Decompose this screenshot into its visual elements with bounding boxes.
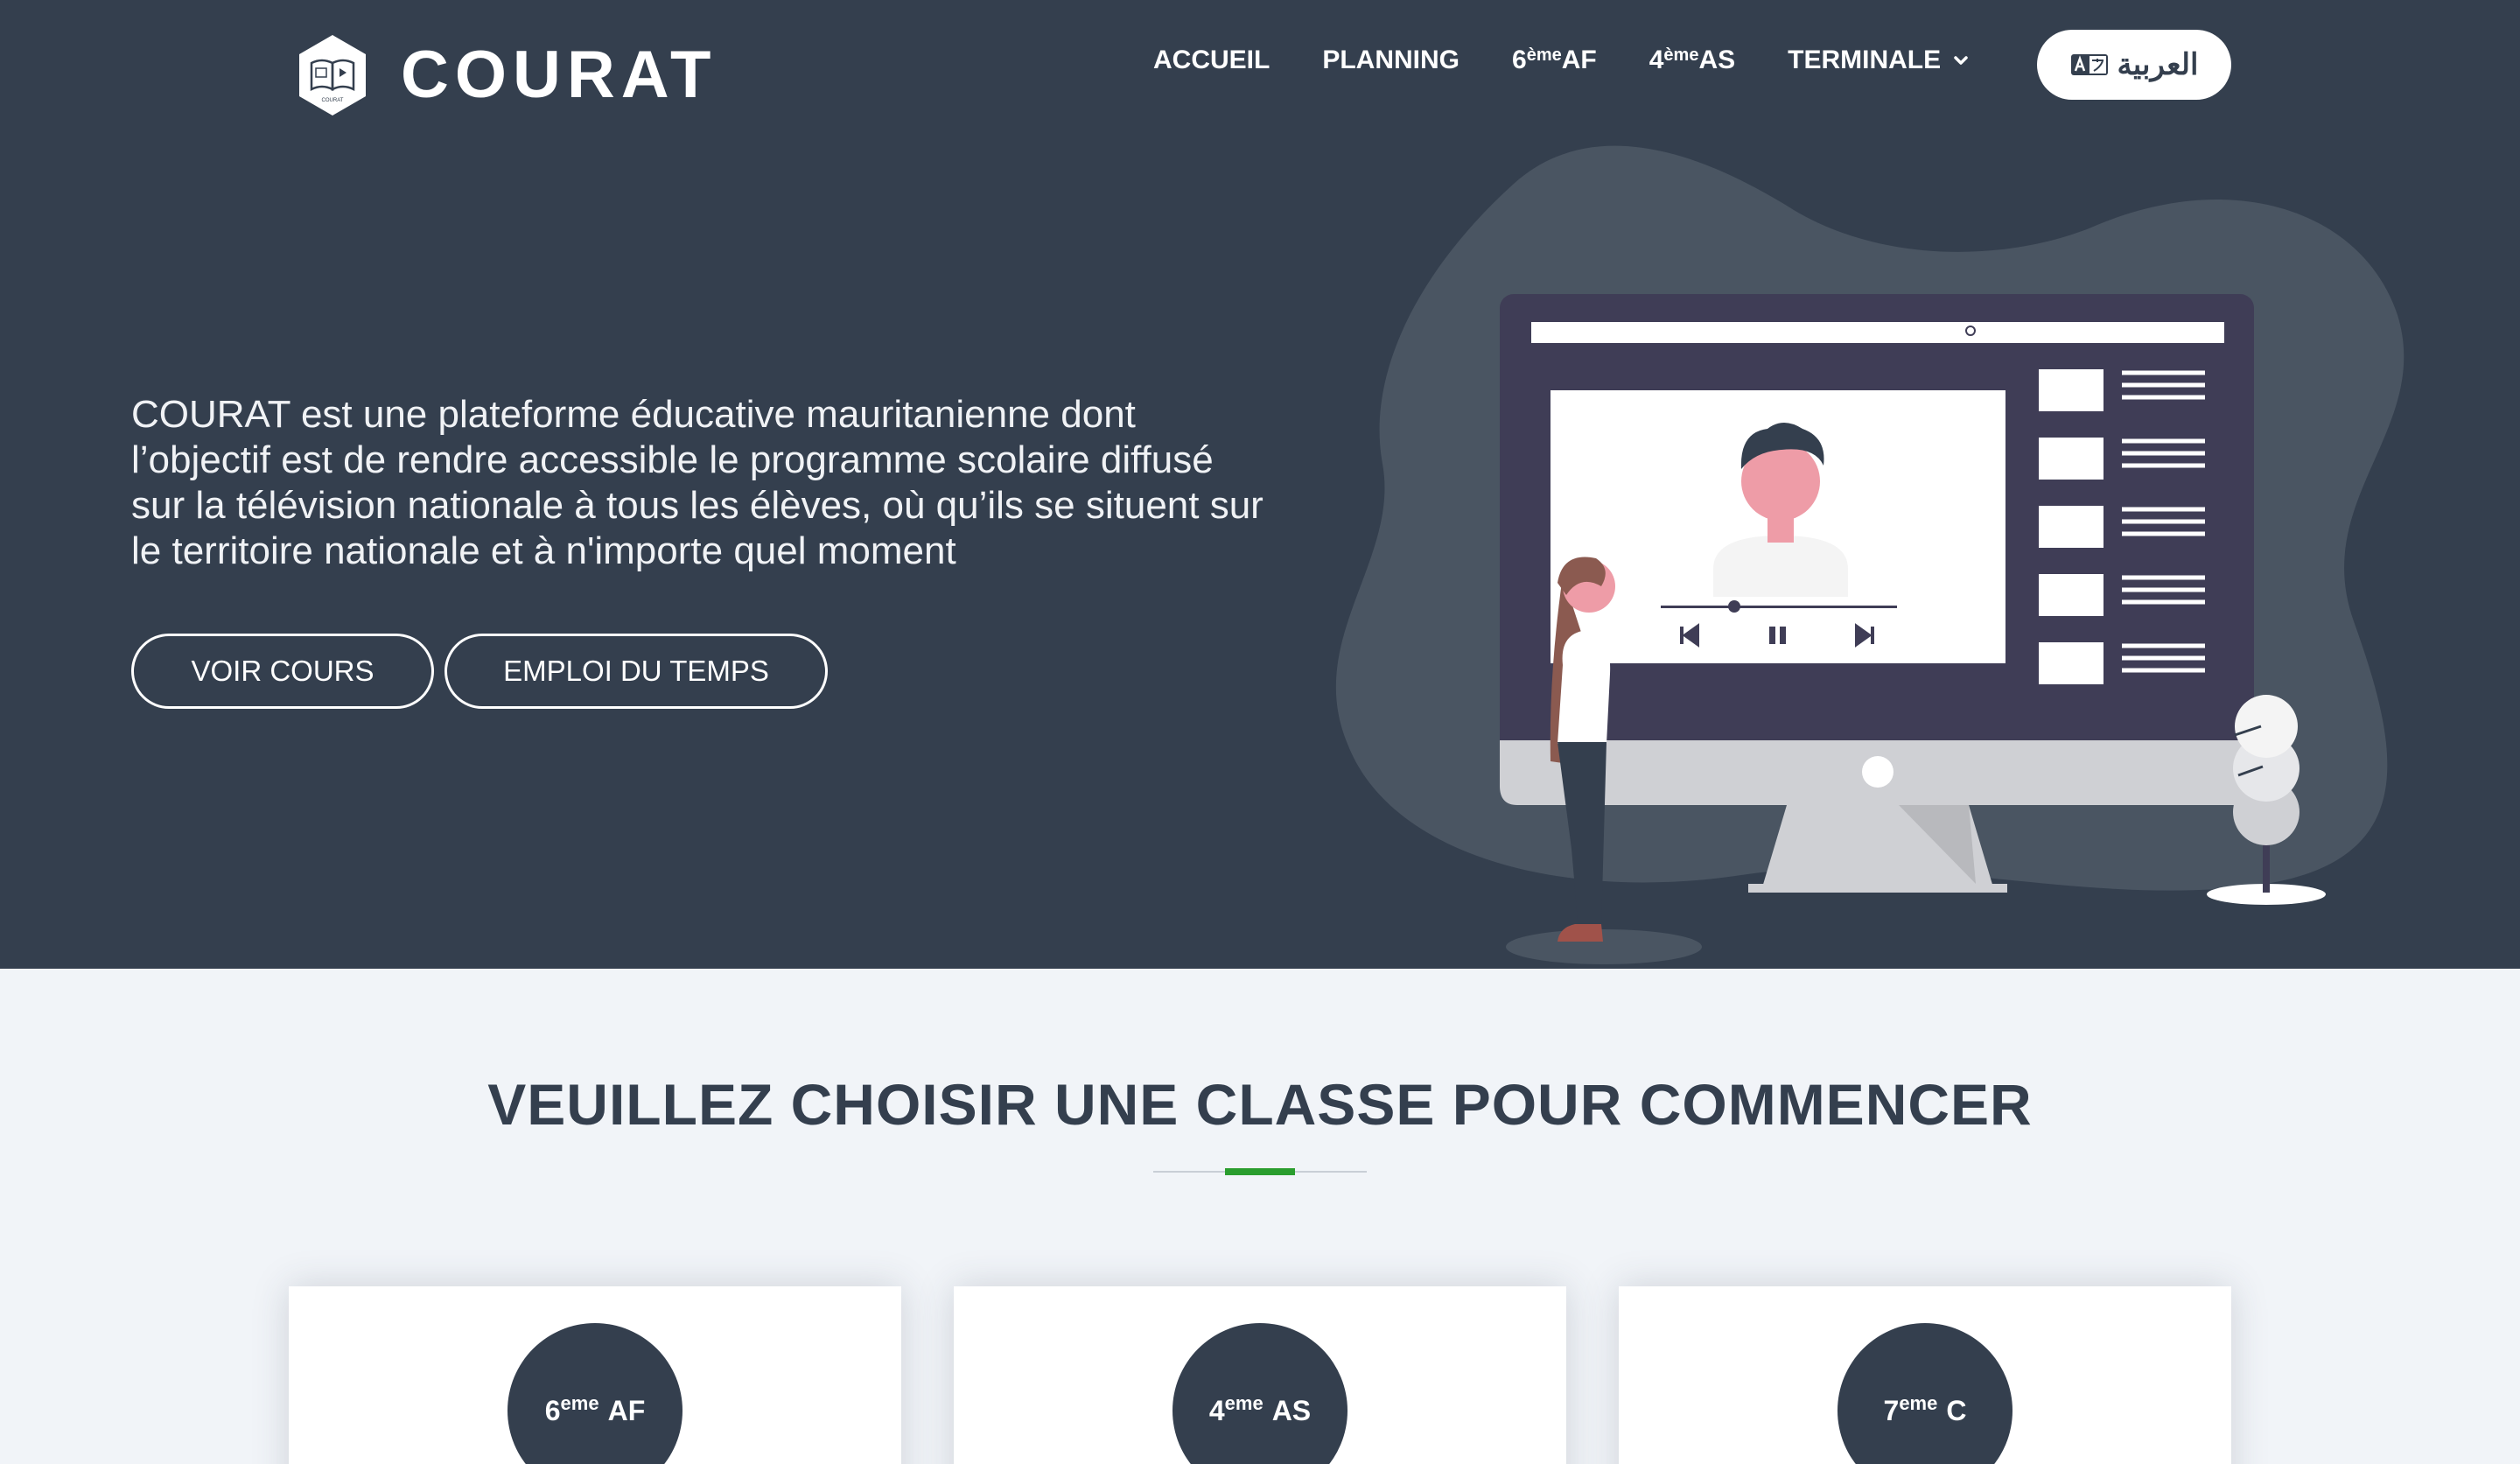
- nav-6eme-sup: ème: [1526, 45, 1562, 65]
- nav-terminale-dropdown[interactable]: TERMINALE: [1788, 46, 1970, 75]
- online-learning-illustration: [1335, 145, 2404, 964]
- class-card-7eme-c[interactable]: 7 eme C: [1619, 1286, 2231, 1464]
- translate-icon: [2070, 54, 2108, 75]
- book-logo-icon: COURAT: [299, 35, 366, 116]
- main-nav: ACCUEIL PLANNING 6 ème AF 4 ème AS TERMINALE: [1153, 46, 1970, 75]
- nav-accueil-label: ACCUEIL: [1153, 46, 1270, 74]
- nav-terminale-label: TERMINALE: [1788, 46, 1942, 74]
- emploi-du-temps-button[interactable]: EMPLOI DU TEMPS: [444, 634, 828, 709]
- class-suffix: C: [1946, 1394, 1967, 1426]
- class-suffix: AS: [1271, 1394, 1312, 1426]
- nav-4eme-num: 4: [1648, 46, 1664, 74]
- hero-description: COURAT est une plateforme éducative maur…: [131, 393, 1264, 572]
- class-badge: 7 eme C: [1838, 1323, 2012, 1464]
- nav-planning[interactable]: PLANNING: [1322, 46, 1460, 75]
- nav-accueil[interactable]: ACCUEIL: [1153, 46, 1270, 75]
- language-label: العربية: [2117, 48, 2199, 81]
- hero-actions: VOIR COURS EMPLOI DU TEMPS: [131, 634, 828, 709]
- nav-6eme-suffix: AF: [1561, 46, 1597, 74]
- class-card-4eme-as[interactable]: 4 eme AS: [954, 1286, 1566, 1464]
- nav-planning-label: PLANNING: [1322, 46, 1460, 74]
- brand-name: COURAT: [401, 38, 718, 112]
- class-num: 6: [544, 1394, 561, 1426]
- class-num: 7: [1883, 1394, 1900, 1426]
- class-card-6eme-af[interactable]: 6 eme AF: [289, 1286, 901, 1464]
- logo-badge-text: COURAT: [322, 98, 344, 103]
- class-suffix: AF: [607, 1394, 646, 1426]
- nav-4eme-as[interactable]: 4 ème AS: [1649, 46, 1735, 75]
- voir-cours-button[interactable]: VOIR COURS: [131, 634, 434, 709]
- class-sup: eme: [1899, 1392, 1938, 1414]
- class-sup: eme: [560, 1392, 599, 1414]
- language-toggle-button[interactable]: العربية: [2037, 30, 2231, 100]
- section-title: VEUILLEZ CHOISIR UNE CLASSE POUR COMMENC…: [487, 1072, 2033, 1137]
- nav-4eme-suffix: AS: [1698, 46, 1736, 74]
- nav-6eme-af[interactable]: 6 ème AF: [1512, 46, 1597, 75]
- brand-logo[interactable]: COURAT COURAT: [296, 33, 717, 117]
- class-sup: eme: [1224, 1392, 1264, 1414]
- nav-4eme-sup: ème: [1663, 45, 1699, 65]
- class-badge: 6 eme AF: [508, 1323, 682, 1464]
- chevron-down-icon: [1954, 56, 1968, 65]
- nav-6eme-num: 6: [1512, 46, 1527, 74]
- class-num: 4: [1208, 1394, 1225, 1426]
- class-badge: 4 eme AS: [1172, 1323, 1348, 1464]
- title-divider-accent: [1225, 1168, 1295, 1175]
- hero-section: COURAT COURAT ACCUEIL PLANNING 6 ème AF 4è…: [0, 0, 2520, 969]
